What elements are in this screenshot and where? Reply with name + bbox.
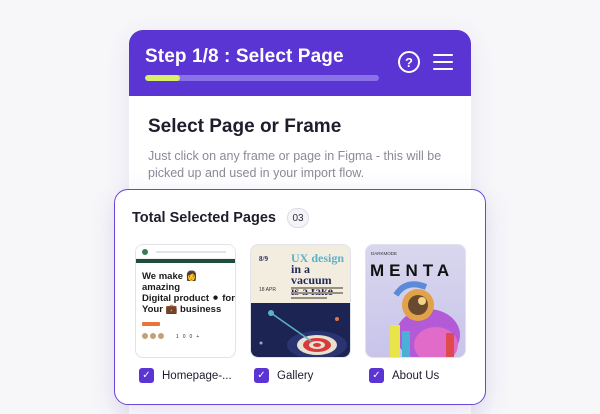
thumb-illustration: [251, 303, 350, 357]
thumb-banner: [136, 259, 235, 263]
thumb-headline-line: in a vacuum: [291, 262, 332, 287]
page-card-footer: ✓ About Us: [369, 368, 489, 383]
menu-icon[interactable]: [433, 54, 453, 70]
page-label: Gallery: [277, 369, 314, 382]
page-thumbnail[interactable]: 8/9 UX design in a vacuum is a fake 18 A…: [250, 244, 351, 358]
selected-pages-title: Total Selected Pages: [132, 210, 276, 226]
menu-icon-line: [433, 61, 453, 63]
page-checkbox[interactable]: ✓: [139, 368, 154, 383]
step-progress-bar: [145, 75, 379, 81]
thumb-avatars: [142, 333, 164, 339]
page-label: About Us: [392, 369, 440, 382]
page-thumbnail[interactable]: DARKMODE MENTA: [365, 244, 466, 358]
help-icon[interactable]: ?: [398, 51, 420, 73]
page-thumbnail[interactable]: We make 👩 amazing Digital product ⚫ for …: [135, 244, 236, 358]
page-card-about-us[interactable]: DARKMODE MENTA ✓ About Us: [365, 244, 466, 383]
page-label: Homepage-...: [162, 369, 232, 382]
selected-count-badge: 03: [287, 208, 309, 228]
step-title: Step 1/8 : Select Page: [145, 46, 344, 67]
thumb-hero-line: We make 👩 amazing: [142, 271, 198, 293]
step-progress-fill: [145, 75, 181, 81]
selected-pages-panel: Total Selected Pages 03 We make 👩 amazin…: [114, 189, 486, 405]
thumb-stats: 100+: [176, 334, 204, 340]
section-title: Select Page or Frame: [148, 116, 342, 137]
thumb-cta-button: [142, 322, 160, 326]
page-card-homepage[interactable]: We make 👩 amazing Digital product ⚫ for …: [135, 244, 236, 383]
thumb-hero-text: We make 👩 amazing Digital product ⚫ for …: [142, 271, 235, 315]
thumb-hero-line: Your 💼 business: [142, 304, 222, 315]
thumb-date: 18 APR: [259, 287, 276, 293]
page-card-footer: ✓ Gallery: [254, 368, 374, 383]
thumb-body-lines: [291, 287, 343, 302]
panel-header: Step 1/8 : Select Page ?: [129, 30, 471, 96]
thumb-hero-line: Digital product ⚫ for: [142, 293, 235, 304]
menu-icon-line: [433, 54, 453, 56]
thumb-page-number: 8/9: [259, 255, 268, 263]
page-checkbox[interactable]: ✓: [254, 368, 269, 383]
thumb-caption: DARKMODE: [371, 251, 398, 256]
section-description: Just click on any frame or page in Figma…: [148, 149, 442, 180]
target-illustration: [259, 310, 347, 357]
menu-icon-line: [433, 68, 453, 70]
thumb-nav-links: [156, 251, 226, 253]
thumb-logo: [142, 249, 148, 255]
page-card-footer: ✓ Homepage-...: [139, 368, 259, 383]
page-card-gallery[interactable]: 8/9 UX design in a vacuum is a fake 18 A…: [250, 244, 351, 383]
sculpture-illustration: [390, 281, 460, 357]
page-checkbox[interactable]: ✓: [369, 368, 384, 383]
